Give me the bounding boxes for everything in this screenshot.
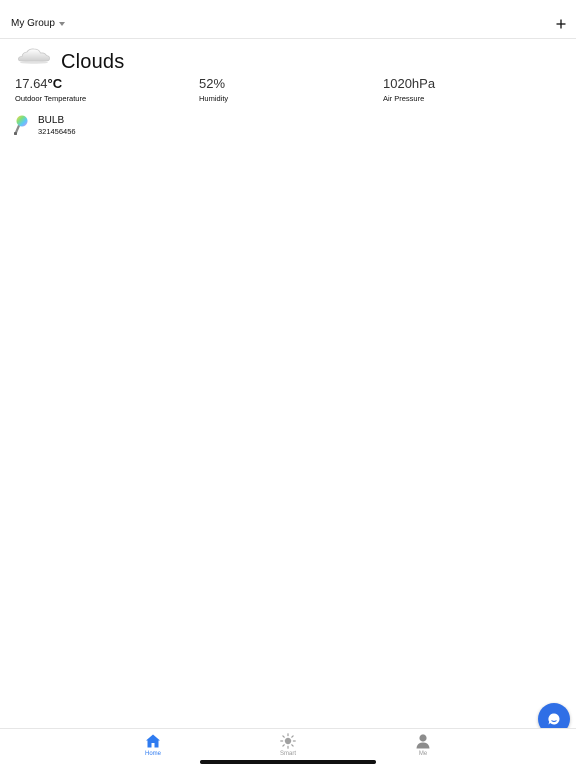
cloud-icon <box>18 48 50 64</box>
bulb-icon <box>14 115 28 135</box>
tab-smart-label: Smart <box>279 751 296 757</box>
tab-home[interactable]: Home <box>133 733 173 757</box>
group-selector[interactable]: My Group <box>11 18 65 29</box>
temperature-stat: 17.64°C Outdoor Temperature <box>15 76 86 103</box>
humidity-label: Humidity <box>199 94 229 103</box>
group-name: My Group <box>11 18 55 29</box>
top-bar: My Group <box>0 0 576 39</box>
plus-icon[interactable] <box>554 17 568 31</box>
home-icon <box>146 734 160 748</box>
tab-me[interactable]: Me <box>403 733 443 757</box>
humidity-value: 52% <box>199 76 226 91</box>
humidity-stat: 52% Humidity <box>199 76 228 103</box>
temperature-value: 17.64°C <box>15 76 63 91</box>
home-indicator <box>200 760 376 764</box>
sun-icon <box>280 733 296 749</box>
person-icon <box>416 734 430 749</box>
device-id: 321456456 <box>38 127 76 136</box>
pressure-value: 1020hPa <box>383 76 436 91</box>
device-item[interactable]: BULB 321456456 <box>0 112 576 140</box>
chat-icon <box>548 713 560 725</box>
pressure-stat: 1020hPa Air Pressure <box>383 76 435 103</box>
pressure-label: Air Pressure <box>383 94 425 103</box>
tab-smart[interactable]: Smart <box>268 733 308 757</box>
tab-me-label: Me <box>418 751 428 757</box>
temperature-label: Outdoor Temperature <box>15 94 87 103</box>
tab-home-label: Home <box>144 751 161 757</box>
weather-condition: Clouds <box>61 51 125 73</box>
device-name: BULB <box>38 115 65 126</box>
caret-down-icon <box>58 22 65 26</box>
